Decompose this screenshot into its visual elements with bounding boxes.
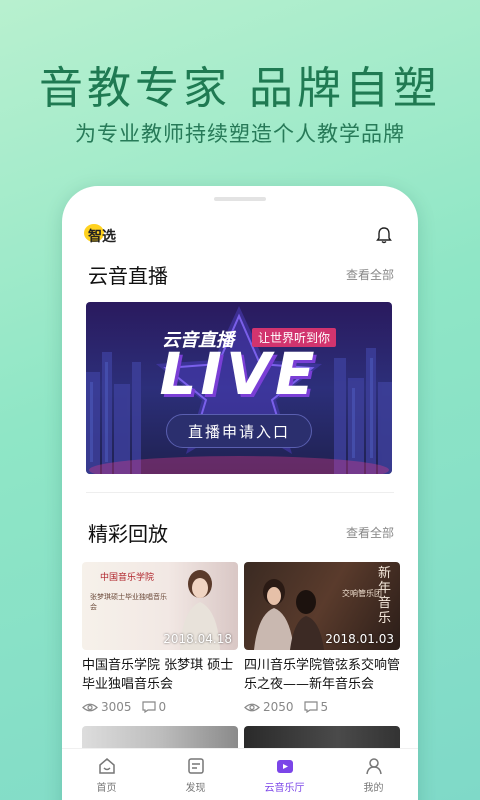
video-date: 2018.01.03 — [325, 632, 394, 646]
live-see-all-link[interactable]: 查看全部 — [346, 266, 394, 283]
tab-discover[interactable]: 发现 — [151, 749, 240, 800]
home-icon — [98, 757, 115, 774]
video-card[interactable]: 中国音乐学院 张梦琪硕士毕业独唱音乐会 2018.04.18 中国音乐学院 张梦… — [82, 562, 238, 714]
phone-mockup: 智选 云音直播 查看全部 云音直播 让世界听到你 LIVE 直播申请入口 精彩回… — [62, 186, 418, 800]
video-thumbnail[interactable]: 新年音乐 交响管乐团 2018.01.03 — [244, 562, 400, 650]
performers-figure — [254, 579, 324, 650]
app-logo-icon: 智选 — [84, 224, 116, 245]
thumb-caption: 张梦琪硕士毕业独唱音乐会 — [90, 593, 167, 611]
promo-title: 音教专家 品牌自塑 — [39, 63, 441, 114]
video-thumbnail[interactable]: 中国音乐学院 张梦琪硕士毕业独唱音乐会 2018.04.18 — [82, 562, 238, 650]
video-title[interactable]: 中国音乐学院 张梦琪 硕士毕业独唱音乐会 — [82, 656, 238, 694]
video-date: 2018.04.18 — [163, 632, 232, 646]
comment-count: 5 — [320, 700, 329, 714]
view-count: 2050 — [263, 700, 294, 714]
discover-icon — [187, 757, 204, 774]
comment-icon — [141, 701, 156, 713]
concert-hall-icon — [276, 759, 293, 773]
thumb-header: 中国音乐学院 — [100, 573, 155, 583]
app-logo-text: 智选 — [88, 229, 116, 245]
video-title[interactable]: 四川音乐学院管弦系交响管乐之夜——新年音乐会 — [244, 656, 400, 694]
view-count: 3005 — [101, 700, 132, 714]
replay-see-all-link[interactable]: 查看全部 — [346, 524, 394, 541]
bell-icon[interactable] — [376, 226, 392, 244]
promo-subtitle: 为专业教师持续塑造个人教学品牌 — [75, 122, 405, 146]
eye-icon — [82, 703, 98, 711]
tab-concert-hall[interactable]: 云音乐厅 — [240, 749, 329, 800]
comment-icon — [303, 701, 318, 713]
live-apply-button[interactable]: 直播申请入口 — [166, 414, 312, 448]
replay-section-title: 精彩回放 — [88, 522, 168, 546]
live-section-title: 云音直播 — [88, 264, 168, 288]
section-divider — [86, 492, 394, 493]
tab-profile[interactable]: 我的 — [329, 749, 418, 800]
bottom-tab-bar: 首页 发现 云音乐厅 我的 — [62, 748, 418, 800]
phone-notch — [214, 197, 266, 201]
tab-label: 发现 — [185, 782, 206, 794]
profile-icon — [365, 757, 382, 774]
tab-home[interactable]: 首页 — [62, 749, 151, 800]
live-big-text: LIVE — [159, 340, 319, 408]
video-stats: 2050 5 — [244, 700, 400, 714]
tab-label: 我的 — [363, 782, 384, 794]
comment-count: 0 — [158, 700, 167, 714]
tab-label: 首页 — [96, 782, 117, 794]
thumb-caption: 交响管乐团 — [342, 589, 382, 598]
eye-icon — [244, 703, 260, 711]
tab-label: 云音乐厅 — [264, 782, 305, 794]
video-card[interactable]: 新年音乐 交响管乐团 2018.01.03 四川音乐学院管弦系交响管乐之夜——新… — [244, 562, 400, 714]
live-banner[interactable]: 云音直播 让世界听到你 LIVE 直播申请入口 — [86, 302, 392, 474]
video-stats: 3005 0 — [82, 700, 238, 714]
